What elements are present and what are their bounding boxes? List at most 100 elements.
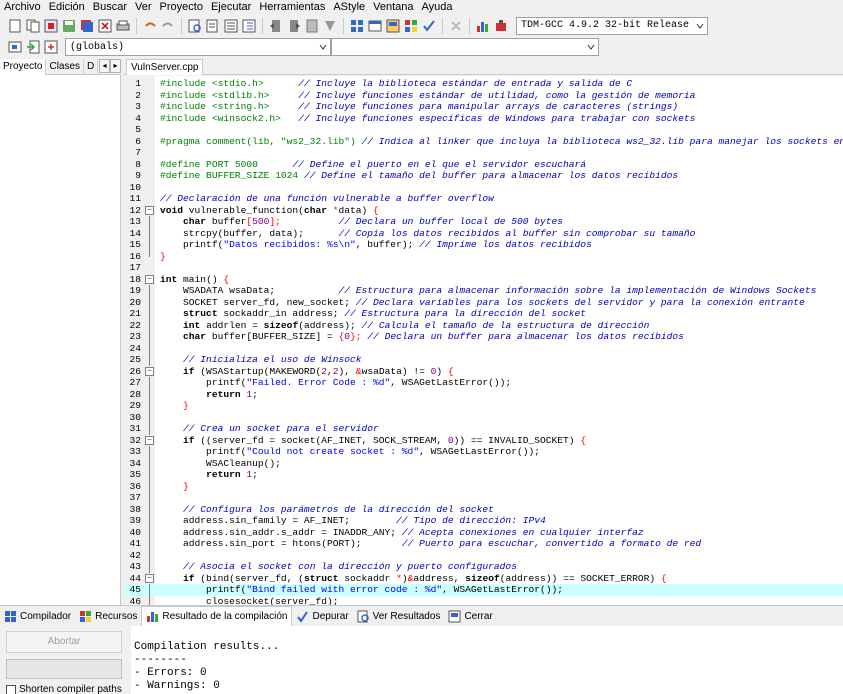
code-line[interactable]: 34 WSACleanup(); xyxy=(124,457,843,469)
new-project-icon[interactable] xyxy=(25,18,41,34)
code-line[interactable]: 44− if (bind(server_fd, (struct sockaddr… xyxy=(124,573,843,585)
code-line[interactable]: 15 printf("Datos recibidos: %s\n", buffe… xyxy=(124,239,843,251)
code-line[interactable]: 22 int addrlen = sizeof(address); // Cal… xyxy=(124,319,843,331)
bookmark-toggle-icon[interactable] xyxy=(304,18,320,34)
code-line[interactable]: 3 #include <string.h> // Incluye funcione… xyxy=(124,101,843,113)
open-icon[interactable] xyxy=(43,18,59,34)
stop-execution-icon[interactable] xyxy=(448,18,464,34)
code-line[interactable]: 32− if ((server_fd = socket(AF_INET, SOC… xyxy=(124,435,843,447)
code-line[interactable]: 7 xyxy=(124,147,843,159)
scope-select[interactable]: (globals) xyxy=(65,38,331,56)
code-line[interactable]: 8 #define PORT 5000 // Define el puerto e… xyxy=(124,159,843,171)
code-line[interactable]: 41 address.sin_port = htons(PORT); // Pu… xyxy=(124,538,843,550)
tab-vulnserver-cpp[interactable]: VulnServer.cpp xyxy=(126,59,204,75)
shorten-paths-option[interactable]: Shorten compiler paths xyxy=(6,684,122,694)
code-line[interactable]: 16} xyxy=(124,250,843,263)
code-line[interactable]: 26− if (WSAStartup(MAKEWORD(2,2), &wsaDa… xyxy=(124,366,843,378)
menu-item[interactable]: Ventana xyxy=(369,0,417,15)
code-line[interactable]: 21 struct sockaddr_in address; // Estruc… xyxy=(124,308,843,320)
compile-run-icon[interactable] xyxy=(385,18,401,34)
save-all-icon[interactable] xyxy=(79,18,95,34)
code-line[interactable]: 29 } xyxy=(124,400,843,412)
code-line[interactable]: 28 return 1; xyxy=(124,388,843,400)
replace-icon[interactable] xyxy=(205,18,221,34)
debug-icon[interactable] xyxy=(493,18,509,34)
undo-icon[interactable] xyxy=(142,18,158,34)
run-icon[interactable] xyxy=(367,18,383,34)
menu-item[interactable]: Ejecutar xyxy=(207,0,255,15)
scroll-left-icon[interactable]: ◂ xyxy=(99,59,110,73)
bookmark-clear-icon[interactable] xyxy=(322,18,338,34)
code-line[interactable]: 4 #include <winsock2.h> // Incluye funcio… xyxy=(124,113,843,125)
tab-debug[interactable]: D xyxy=(84,59,99,75)
shorten-paths-checkbox[interactable] xyxy=(6,684,16,694)
code-line[interactable]: 46 closesocket(server_fd); xyxy=(124,595,843,605)
tab-proyecto[interactable]: Proyecto xyxy=(0,59,47,75)
bookmark-forward-icon[interactable] xyxy=(286,18,302,34)
menu-item[interactable]: Archivo xyxy=(0,0,45,15)
code-line[interactable]: 1 #include <stdio.h> // Incluye la biblio… xyxy=(124,78,843,90)
code-line[interactable]: 43 // Asocia el socket con la dirección … xyxy=(124,561,843,573)
profile-chart-icon[interactable] xyxy=(475,18,491,34)
menu-item[interactable]: Ver xyxy=(131,0,156,15)
close-file-icon[interactable] xyxy=(97,18,113,34)
code-line[interactable]: 24 xyxy=(124,342,843,354)
project-tree-panel[interactable] xyxy=(0,75,121,605)
tab-resultado-compilacion[interactable]: Resultado de la compilación xyxy=(141,605,293,627)
fold-toggle-icon[interactable]: − xyxy=(145,366,154,376)
code-line[interactable]: 18− int main() { xyxy=(124,274,843,286)
class-browser-icon[interactable] xyxy=(43,39,59,55)
abort-button[interactable]: Abortar xyxy=(6,631,122,653)
rebuild-icon[interactable] xyxy=(403,18,419,34)
code-line[interactable]: 30 xyxy=(124,411,843,423)
print-icon[interactable] xyxy=(115,18,131,34)
code-line[interactable]: 14 strcpy(buffer, data); // Copia los da… xyxy=(124,227,843,239)
menu-item[interactable]: Buscar xyxy=(89,0,131,15)
code-line[interactable]: 45 printf("Bind failed with error code :… xyxy=(124,584,843,596)
tab-compilador[interactable]: Compilador xyxy=(0,606,75,627)
goto-line-icon[interactable] xyxy=(223,18,239,34)
code-line[interactable]: 36 } xyxy=(124,480,843,492)
redo-icon[interactable] xyxy=(160,18,176,34)
tab-cerrar[interactable]: Cerrar xyxy=(444,606,496,627)
fold-toggle-icon[interactable]: − xyxy=(145,205,154,215)
fold-toggle-icon[interactable]: − xyxy=(145,573,154,583)
code-line[interactable]: 33 printf("Could not create socket : %d"… xyxy=(124,446,843,458)
new-file-icon[interactable] xyxy=(7,18,23,34)
code-line[interactable]: 17 xyxy=(124,262,843,274)
code-line[interactable]: 40 address.sin_addr.s_addr = INADDR_ANY;… xyxy=(124,526,843,538)
save-icon[interactable] xyxy=(61,18,77,34)
menu-item[interactable]: AStyle xyxy=(329,0,369,15)
class-goto-icon[interactable] xyxy=(25,39,41,55)
find-icon[interactable] xyxy=(187,18,203,34)
code-line[interactable]: 19 WSADATA wsaData; // Estructura para a… xyxy=(124,285,843,297)
code-line[interactable]: 5 xyxy=(124,124,843,136)
code-line[interactable]: 13 char buffer[500]; // Declara un buffe… xyxy=(124,216,843,228)
code-line[interactable]: 31 // Crea un socket para el servidor xyxy=(124,423,843,435)
compile-icon[interactable] xyxy=(349,18,365,34)
code-line[interactable]: 27 printf("Failed. Error Code : %d", WSA… xyxy=(124,377,843,389)
fold-toggle-icon[interactable]: − xyxy=(145,435,154,445)
code-line[interactable]: 2 #include <stdlib.h> // Incluye funcione… xyxy=(124,90,843,102)
function-select[interactable] xyxy=(331,38,599,56)
code-line[interactable]: 12− void vulnerable_function(char *data) … xyxy=(124,205,843,217)
code-line[interactable]: 38 // Configura los parámetros de la dir… xyxy=(124,503,843,515)
code-line[interactable]: 35 return 1; xyxy=(124,469,843,481)
code-line[interactable]: 9 #define BUFFER_SIZE 1024 // Define el t… xyxy=(124,170,843,182)
menu-item[interactable]: Ayuda xyxy=(418,0,457,15)
code-line[interactable]: 23 char buffer[BUFFER_SIZE] = {0}; // De… xyxy=(124,331,843,343)
code-editor[interactable]: 1 #include <stdio.h> // Incluye la biblio… xyxy=(124,76,843,605)
indent-icon[interactable] xyxy=(241,18,257,34)
tab-recursos[interactable]: Recursos xyxy=(75,606,141,627)
bookmark-back-icon[interactable] xyxy=(268,18,284,34)
compile-log[interactable]: Compilation results... -------- - Errors… xyxy=(131,626,843,694)
class-insert-icon[interactable] xyxy=(7,39,23,55)
code-line[interactable]: 6 #pragma comment(lib, "ws2_32.lib") // I… xyxy=(124,136,843,148)
code-line[interactable]: 11 // Declaración de una función vulnerab… xyxy=(124,193,843,205)
code-line[interactable]: 39 address.sin_family = AF_INET; // Tipo… xyxy=(124,515,843,527)
code-line[interactable]: 25 // Inicializa el uso de Winsock xyxy=(124,354,843,366)
check-syntax-icon[interactable] xyxy=(421,18,437,34)
code-line[interactable]: 42 xyxy=(124,549,843,561)
menu-item[interactable]: Herramientas xyxy=(255,0,329,15)
scroll-right-icon[interactable]: ▸ xyxy=(110,59,121,73)
